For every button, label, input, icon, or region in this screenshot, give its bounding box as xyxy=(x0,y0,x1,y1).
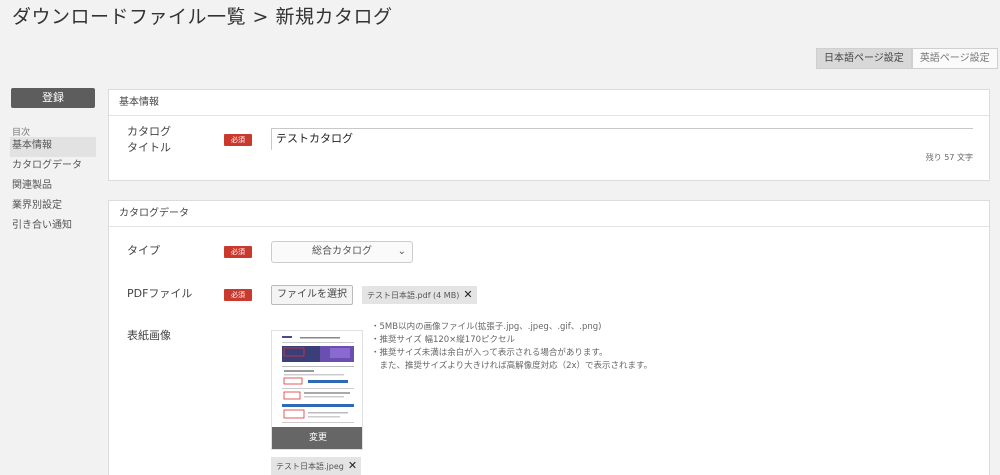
cover-image-label: 表紙画像 xyxy=(127,329,171,342)
tab-japanese-page[interactable]: 日本語ページ設定 xyxy=(816,48,912,69)
catalog-title-input[interactable]: テストカタログ xyxy=(271,128,973,150)
type-label: タイプ xyxy=(127,244,160,257)
sidebar-item-related-products[interactable]: 関連製品 xyxy=(10,177,96,197)
note-line: ・推奨サイズ未満は余白が入って表示される場合があります。 xyxy=(371,348,608,358)
register-button[interactable]: 登録 xyxy=(11,88,95,108)
note-line: ・推奨サイズ 幅120×縦170ピクセル xyxy=(371,335,516,345)
sidebar-item-basic-info[interactable]: 基本情報 xyxy=(10,137,96,157)
pdf-file-label: PDFファイル xyxy=(127,287,193,300)
pdf-file-name: テスト日本語.pdf (4 MB) xyxy=(367,291,460,300)
sidebar: 基本情報 カタログデータ 関連製品 業界別設定 引き合い通知 xyxy=(10,137,96,237)
change-image-button[interactable]: 変更 xyxy=(272,427,362,449)
catalog-title-label: カタログ タイトル xyxy=(127,124,171,156)
catalog-type-select[interactable]: 総合カタログ ⌄ xyxy=(271,241,413,263)
sidebar-item-industry-settings[interactable]: 業界別設定 xyxy=(10,197,96,217)
tab-english-page[interactable]: 英語ページ設定 xyxy=(911,48,998,69)
language-tabs: 日本語ページ設定 英語ページ設定 xyxy=(816,48,998,69)
image-notes: ・5MB以内の画像ファイル(拡張子.jpg、.jpeg、.gif、.png) ・… xyxy=(371,321,652,373)
catalog-title-label-line2: タイトル xyxy=(127,141,171,154)
note-line: ・5MB以内の画像ファイル(拡張子.jpg、.jpeg、.gif、.png) xyxy=(371,322,602,332)
char-count: 残り 57 文字 xyxy=(925,153,973,162)
sidebar-item-inquiry-notification[interactable]: 引き合い通知 xyxy=(10,217,96,237)
catalog-title-label-line1: カタログ xyxy=(127,125,171,138)
catalog-data-panel: カタログデータ タイプ 必須 総合カタログ ⌄ PDFファイル 必須 ファイルを… xyxy=(108,200,990,475)
remove-image-icon[interactable]: ✕ xyxy=(348,459,357,472)
sidebar-item-catalog-data[interactable]: カタログデータ xyxy=(10,157,96,177)
cover-image-preview: 変更 xyxy=(271,330,363,450)
choose-file-button[interactable]: ファイルを選択 xyxy=(271,285,353,305)
required-badge: 必須 xyxy=(224,246,252,258)
pdf-file-tag: テスト日本語.pdf (4 MB) ✕ xyxy=(362,286,477,304)
catalog-type-value: 総合カタログ xyxy=(312,246,372,257)
note-line: また、推奨サイズより大きければ高解像度対応（2x）で表示されます。 xyxy=(371,361,653,371)
required-badge: 必須 xyxy=(224,134,252,146)
remove-pdf-icon[interactable]: ✕ xyxy=(463,288,472,301)
image-file-tag: テスト日本語.jpeg ✕ xyxy=(271,457,362,475)
cover-thumbnail xyxy=(280,334,356,430)
chevron-down-icon: ⌄ xyxy=(397,246,406,257)
image-file-name: テスト日本語.jpeg xyxy=(276,462,344,471)
page-title: ダウンロードファイル一覧 > 新規カタログ xyxy=(12,6,393,28)
catalog-data-header: カタログデータ xyxy=(109,201,989,227)
required-badge: 必須 xyxy=(224,289,252,301)
basic-info-panel: 基本情報 カタログ タイトル 必須 テストカタログ 残り 57 文字 xyxy=(108,89,990,181)
basic-info-header: 基本情報 xyxy=(109,90,989,116)
